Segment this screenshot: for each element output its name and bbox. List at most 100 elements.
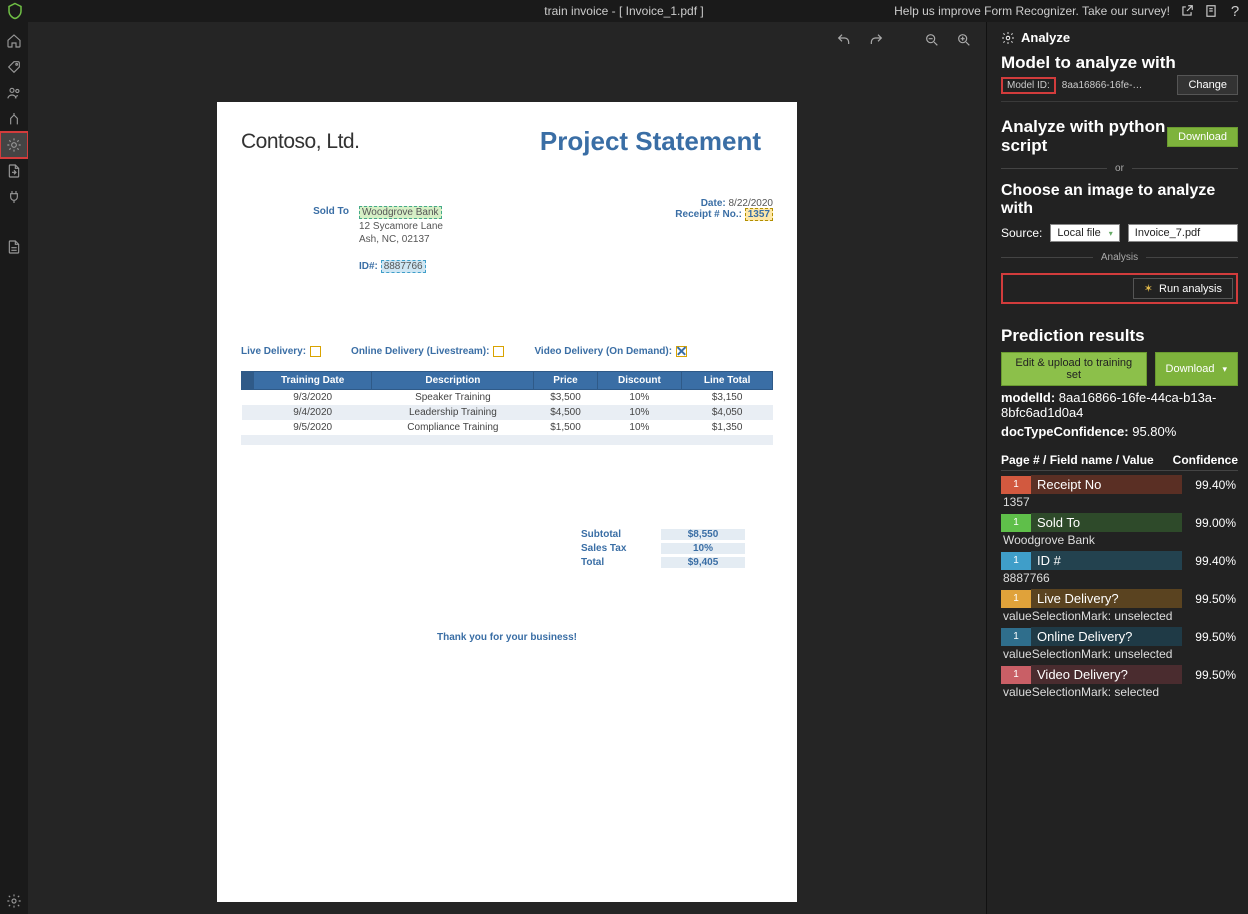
- undo-icon[interactable]: [836, 32, 852, 48]
- pred-field-4[interactable]: 1Online Delivery?99.50%valueSelectionMar…: [1001, 627, 1238, 661]
- source-label: Source:: [1001, 226, 1042, 240]
- nav-home-icon[interactable]: [0, 28, 28, 54]
- delivery-options: Live Delivery: Online Delivery (Livestre…: [241, 346, 773, 357]
- analysis-sep: Analysis: [1093, 252, 1146, 263]
- cell-0-3: 10%: [597, 389, 682, 405]
- share-icon[interactable]: [1180, 4, 1194, 18]
- cell-1-0: 9/4/2020: [254, 405, 372, 420]
- field-name: Sold To: [1031, 513, 1182, 532]
- field-value: 1357: [1001, 495, 1238, 509]
- download-script-button[interactable]: Download: [1167, 127, 1238, 147]
- date-label: Date:: [701, 198, 726, 209]
- window-title: train invoice - [ Invoice_1.pdf ]: [544, 4, 703, 18]
- left-navbar: [0, 22, 28, 914]
- tax-value: 10%: [661, 543, 745, 554]
- source-select[interactable]: Local file ▾: [1050, 224, 1119, 242]
- cell-1-2: $4,500: [534, 405, 597, 420]
- cell-2-1: Compliance Training: [372, 420, 534, 435]
- help-icon[interactable]: ?: [1228, 4, 1242, 18]
- field-conf: 99.00%: [1182, 516, 1238, 530]
- video-label: Video Delivery (On Demand):: [534, 346, 672, 357]
- model-row: Model ID: 8aa16866-16fe-44ca-b13a-8bfc6a…: [1001, 75, 1238, 102]
- page-badge: 1: [1001, 514, 1031, 532]
- cell-2-4: $1,350: [682, 420, 773, 435]
- sold-to-label: Sold To: [241, 206, 349, 274]
- col-1: Training Date: [254, 371, 372, 389]
- field-conf: 99.50%: [1182, 630, 1238, 644]
- video-checkbox: [676, 346, 687, 357]
- field-value: 8887766: [1001, 571, 1238, 585]
- cell-1-1: Leadership Training: [372, 405, 534, 420]
- page-badge: 1: [1001, 628, 1031, 646]
- cell-1-3: 10%: [597, 405, 682, 420]
- spark-icon: ✶: [1144, 282, 1153, 295]
- totals-block: Subtotal$8,550 Sales Tax10% Total$9,405: [581, 529, 773, 568]
- subtotal-label: Subtotal: [581, 529, 661, 540]
- total-label: Total: [581, 557, 661, 568]
- receipt-label: Receipt # No.:: [675, 209, 742, 220]
- pred-field-2[interactable]: 1ID #99.40%8887766: [1001, 551, 1238, 585]
- id-value: 8887766: [381, 260, 426, 273]
- docs-icon[interactable]: [1204, 4, 1218, 18]
- page-badge: 1: [1001, 590, 1031, 608]
- pred-field-1[interactable]: 1Sold To99.00% Woodgrove Bank: [1001, 513, 1238, 547]
- field-value: valueSelectionMark: unselected: [1001, 647, 1238, 661]
- nav-analyze-icon[interactable]: [0, 132, 28, 158]
- reshdr-right: Confidence: [1173, 453, 1238, 467]
- field-name: Receipt No: [1031, 475, 1182, 494]
- run-analysis-button[interactable]: ✶ Run analysis: [1133, 278, 1233, 299]
- nav-merge-icon[interactable]: [0, 106, 28, 132]
- nav-group-icon[interactable]: [0, 80, 28, 106]
- python-title: Analyze with python script: [1001, 118, 1167, 155]
- cell-0-2: $3,500: [534, 389, 597, 405]
- field-name: ID #: [1031, 551, 1182, 570]
- download2-label: Download: [1166, 363, 1215, 375]
- field-value: valueSelectionMark: unselected: [1001, 609, 1238, 623]
- gear-icon: [1001, 31, 1015, 45]
- nav-tag-icon[interactable]: [0, 54, 28, 80]
- receipt-value: 1357: [745, 208, 773, 221]
- pred-field-3[interactable]: 1Live Delivery?99.50%valueSelectionMark:…: [1001, 589, 1238, 623]
- docconf-label: docTypeConfidence:: [1001, 424, 1129, 439]
- col-3: Price: [534, 371, 597, 389]
- change-model-button[interactable]: Change: [1177, 75, 1238, 95]
- field-name: Live Delivery?: [1031, 589, 1182, 608]
- chevron-down-icon: ▾: [1109, 229, 1113, 238]
- nav-plugin-icon[interactable]: [0, 184, 28, 210]
- cell-1-4: $4,050: [682, 405, 773, 420]
- run-label: Run analysis: [1159, 283, 1222, 295]
- pred-field-5[interactable]: 1Video Delivery?99.50%valueSelectionMark…: [1001, 665, 1238, 699]
- pred-results-title: Prediction results: [1001, 326, 1238, 346]
- cell-0-4: $3,150: [682, 389, 773, 405]
- live-checkbox: [310, 346, 321, 357]
- total-value: $9,405: [661, 557, 745, 568]
- pred-field-0[interactable]: 1Receipt No99.40%1357: [1001, 475, 1238, 509]
- download-results-button[interactable]: Download ▾: [1155, 352, 1238, 386]
- cell-0-1: Speaker Training: [372, 389, 534, 405]
- field-value: valueSelectionMark: selected: [1001, 685, 1238, 699]
- edit-upload-button[interactable]: Edit & upload to training set: [1001, 352, 1147, 386]
- zoom-in-icon[interactable]: [956, 32, 972, 48]
- thanks-text: Thank you for your business!: [241, 632, 773, 643]
- survey-link[interactable]: Help us improve Form Recognizer. Take ou…: [894, 4, 1170, 18]
- col-0: [242, 371, 254, 389]
- source-file-input[interactable]: [1128, 224, 1238, 242]
- analyze-label: Analyze: [1021, 30, 1070, 45]
- analyze-pane: Analyze Model to analyze with Model ID: …: [986, 22, 1248, 914]
- topbar: train invoice - [ Invoice_1.pdf ] Help u…: [0, 0, 1248, 22]
- field-value: Woodgrove Bank: [1001, 533, 1238, 547]
- field-conf: 99.40%: [1182, 478, 1238, 492]
- zoom-out-icon[interactable]: [924, 32, 940, 48]
- nav-doc-out-icon[interactable]: [0, 158, 28, 184]
- nav-doc-icon[interactable]: [0, 234, 28, 260]
- model-section-title: Model to analyze with: [1001, 53, 1238, 73]
- document-title: Project Statement: [540, 126, 761, 157]
- page-badge: 1: [1001, 552, 1031, 570]
- reshdr-left: Page # / Field name / Value: [1001, 453, 1154, 467]
- app-logo-icon: [6, 2, 24, 20]
- field-conf: 99.50%: [1182, 668, 1238, 682]
- cell-0-0: 9/3/2020: [254, 389, 372, 405]
- items-table: Training DateDescriptionPriceDiscountLin…: [241, 371, 773, 435]
- redo-icon[interactable]: [868, 32, 884, 48]
- nav-settings-icon[interactable]: [0, 888, 28, 914]
